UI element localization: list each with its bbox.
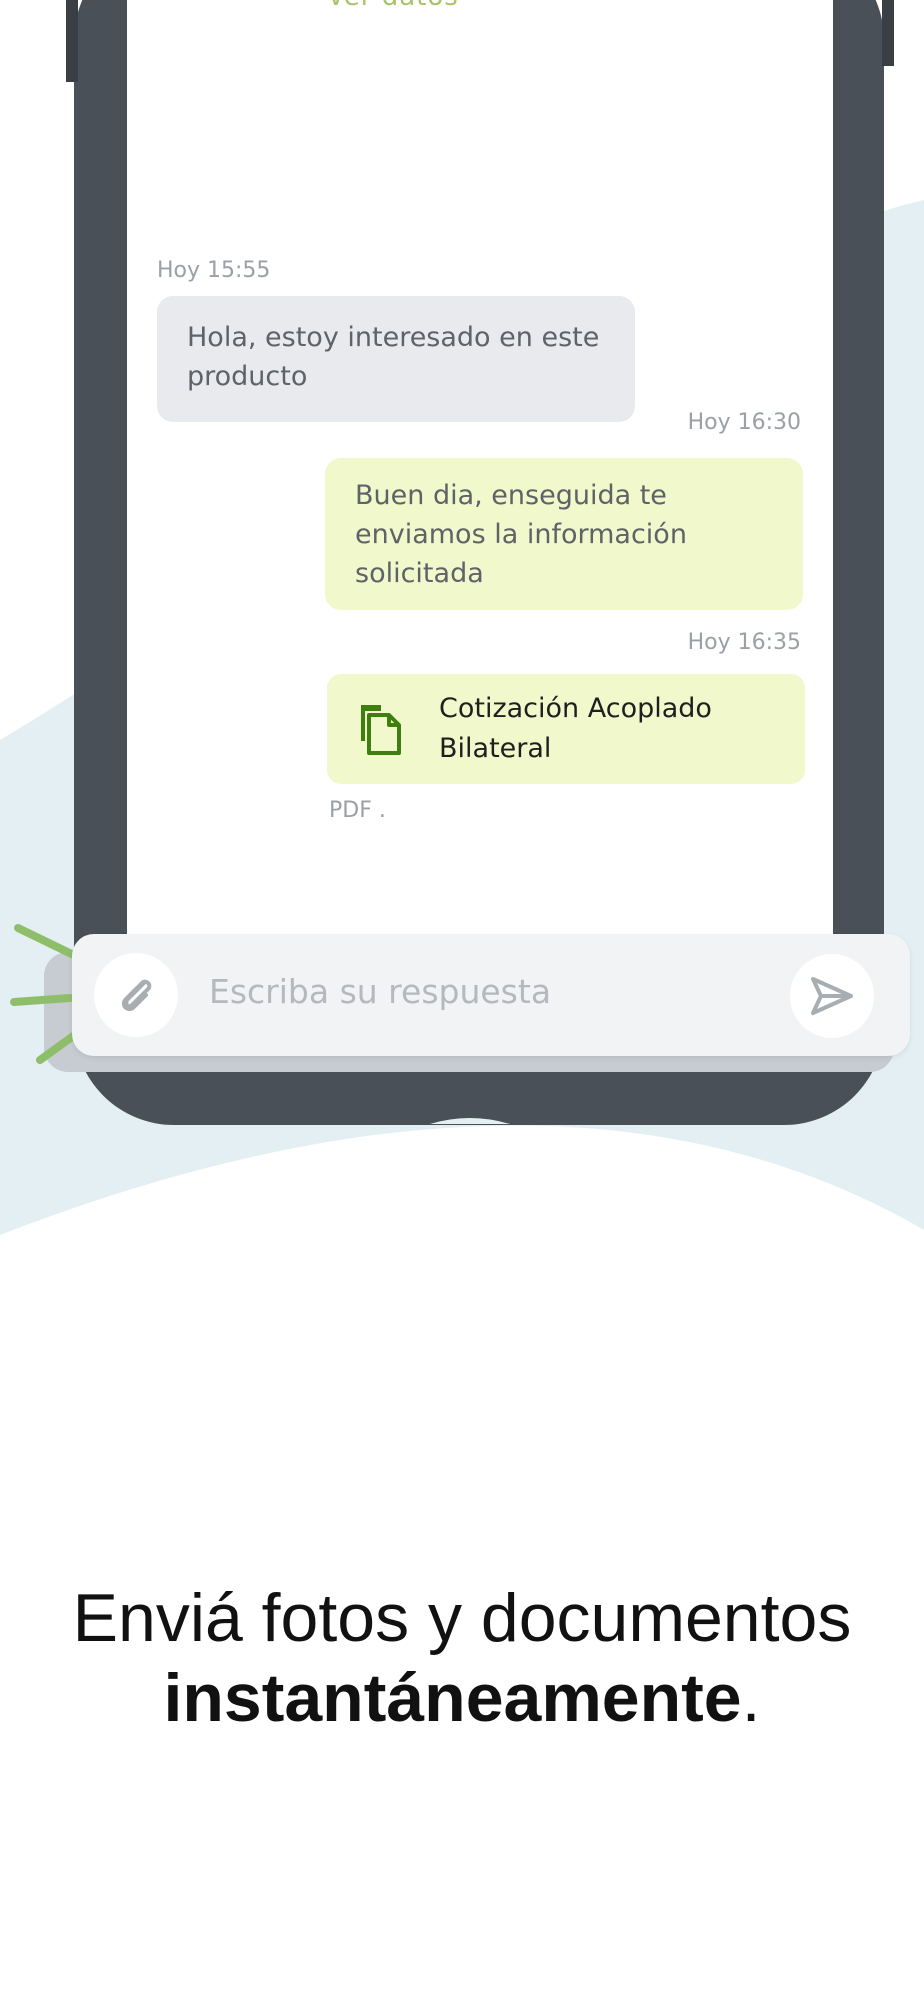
chat-screen: Ver datos Hoy 15:55 Hola, estoy interesa… (127, 0, 833, 934)
document-title: Cotización Acoplado Bilateral (439, 693, 712, 764)
document-timestamp: Hoy 16:35 (687, 630, 801, 655)
send-icon (811, 977, 853, 1015)
document-message[interactable]: Cotización Acoplado Bilateral (327, 674, 805, 784)
outgoing-message: Buen dia, enseguida te enviamos la infor… (325, 458, 803, 610)
incoming-message: Hola, estoy interesado en este producto (157, 296, 635, 422)
attach-button[interactable] (94, 953, 178, 1037)
caption-bold-word: instantáneamente (163, 1660, 742, 1736)
message-input[interactable]: Escriba su respuesta (209, 972, 551, 1011)
faded-header-text: Ver datos (327, 0, 459, 12)
message-text: Buen dia, enseguida te enviamos la infor… (355, 480, 687, 589)
promo-caption: Enviá fotos y documentos instantáneament… (0, 1578, 924, 1738)
caption-period: . (741, 1660, 761, 1736)
paperclip-icon (121, 979, 152, 1012)
document-type-label: PDF . (329, 798, 386, 823)
message-text: Hola, estoy interesado en este producto (187, 322, 600, 392)
message-timestamp: Hoy 15:55 (157, 258, 271, 283)
message-timestamp: Hoy 16:30 (687, 410, 801, 435)
caption-line-1: Enviá fotos y documentos (72, 1580, 852, 1656)
document-icon (361, 705, 401, 755)
caption-line-2: instantáneamente. (0, 1658, 924, 1738)
message-input-bar: Escriba su respuesta (72, 934, 910, 1056)
send-button[interactable] (790, 954, 874, 1038)
